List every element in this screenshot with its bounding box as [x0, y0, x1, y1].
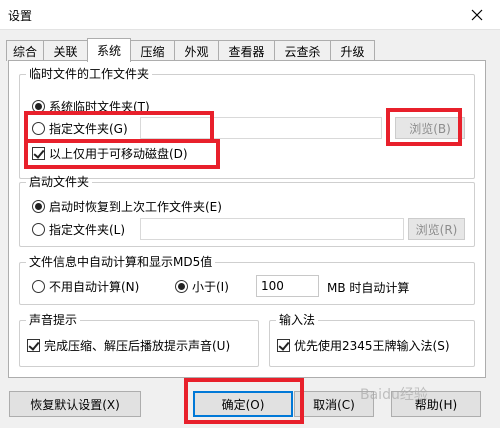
checkbox-removable-only[interactable]: 以上仅用于可移动磁盘(D): [32, 144, 188, 162]
temp-folder-title: 临时文件的工作文件夹: [29, 67, 150, 81]
help-button[interactable]: 帮助(H): [391, 391, 481, 417]
radio-restore-last[interactable]: 启动时恢复到上次工作文件夹(E): [32, 197, 222, 215]
checkbox-label: 以上仅用于可移动磁盘(D): [49, 146, 188, 161]
tab-appearance[interactable]: 外观: [174, 40, 219, 61]
title-bar[interactable]: 设置: [0, 0, 500, 30]
radio-md5-none[interactable]: 不用自动计算(N): [32, 277, 139, 295]
ime-title: 输入法: [279, 313, 316, 327]
radio-label: 指定文件夹(G): [49, 121, 128, 136]
tab-association[interactable]: 关联: [43, 40, 88, 61]
radio-indicator: [32, 99, 45, 113]
md5-title: 文件信息中自动计算和显示MD5值: [29, 255, 213, 269]
radio-label: 系统临时文件夹(T): [49, 99, 150, 114]
startup-folder-path-input[interactable]: [140, 218, 404, 240]
cancel-button[interactable]: 取消(C): [294, 391, 374, 417]
checkbox-indicator: [277, 338, 290, 352]
radio-specify-startup[interactable]: 指定文件夹(L): [32, 220, 125, 238]
ok-button[interactable]: 确定(O): [193, 391, 293, 417]
close-button[interactable]: [454, 0, 500, 30]
checkbox-indicator: [32, 146, 45, 160]
checkbox-label: 完成压缩、解压后播放提示声音(U): [44, 338, 231, 353]
checkbox-indicator: [27, 338, 40, 352]
checkbox-prefer-2345-ime[interactable]: 优先使用2345王牌输入法(S): [277, 336, 450, 354]
radio-md5-less-than[interactable]: 小于(I): [175, 277, 229, 295]
tab-system[interactable]: 系统: [87, 38, 131, 62]
settings-window: 设置 综合 关联 系统 压缩 外观 查看器 云查杀 升级 临时文件的工作文件夹 …: [0, 0, 500, 428]
tab-general[interactable]: 综合: [6, 40, 44, 61]
sound-title: 声音提示: [29, 313, 78, 327]
radio-specify-temp[interactable]: 指定文件夹(G): [32, 119, 128, 137]
restore-defaults-button[interactable]: 恢复默认设置(X): [9, 391, 141, 417]
tab-viewer[interactable]: 查看器: [218, 40, 275, 61]
radio-indicator: [175, 279, 188, 293]
radio-label: 不用自动计算(N): [49, 279, 140, 294]
temp-folder-path-input[interactable]: [140, 117, 382, 139]
tab-upgrade[interactable]: 升级: [330, 40, 375, 61]
close-icon: [471, 9, 483, 21]
tab-cloud-scan[interactable]: 云查杀: [274, 40, 331, 61]
radio-system-temp[interactable]: 系统临时文件夹(T): [32, 97, 150, 115]
radio-indicator: [32, 121, 45, 135]
browse-startup-button[interactable]: 浏览(R): [408, 218, 465, 240]
radio-indicator: [32, 222, 45, 236]
checkbox-play-sound[interactable]: 完成压缩、解压后播放提示声音(U): [27, 336, 230, 354]
radio-label: 启动时恢复到上次工作文件夹(E): [49, 199, 222, 214]
tab-compression[interactable]: 压缩: [130, 40, 175, 61]
checkbox-label: 优先使用2345王牌输入法(S): [294, 338, 450, 353]
browse-temp-button[interactable]: 浏览(B): [395, 117, 465, 139]
window-title: 设置: [8, 9, 33, 23]
radio-indicator: [32, 279, 45, 293]
md5-unit-label: MB 时自动计算: [327, 281, 410, 295]
radio-label: 小于(I): [192, 279, 229, 294]
radio-indicator: [32, 199, 45, 213]
md5-size-input[interactable]: 100: [256, 275, 319, 297]
system-tab-panel: 临时文件的工作文件夹 系统临时文件夹(T) 指定文件夹(G) 浏览(B) 以上仅…: [8, 60, 486, 378]
radio-label: 指定文件夹(L): [49, 222, 126, 237]
startup-folder-title: 启动文件夹: [29, 175, 90, 189]
